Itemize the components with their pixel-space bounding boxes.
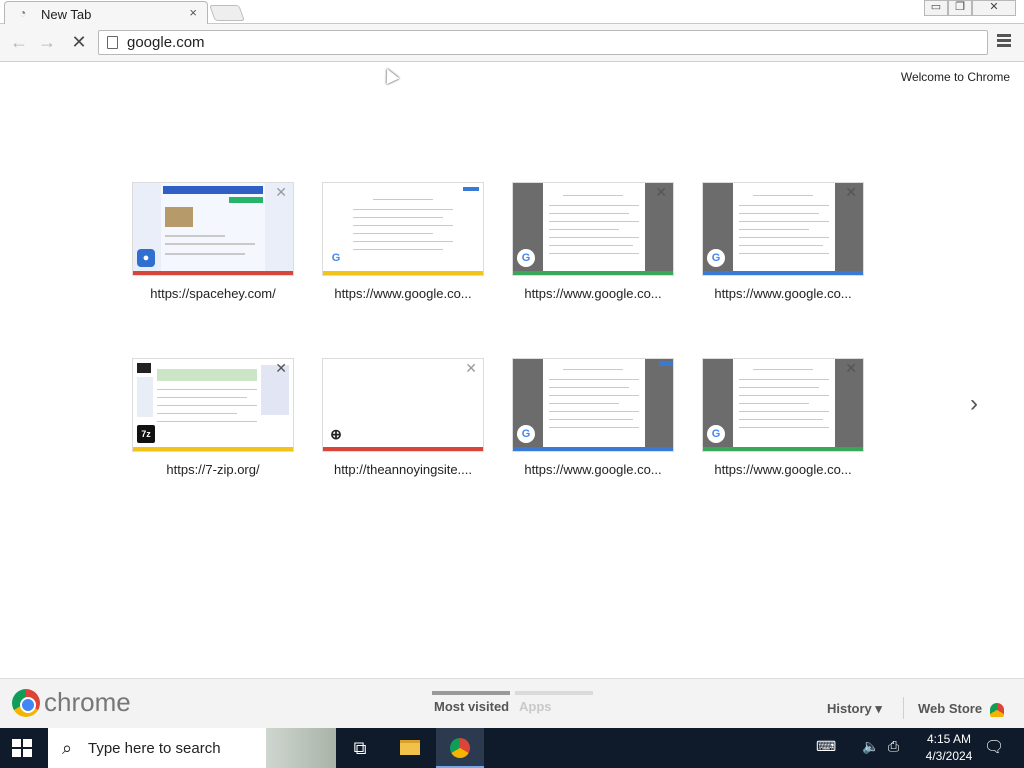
welcome-link[interactable]: Welcome to Chrome	[901, 70, 1010, 84]
keyboard-icon[interactable]: ⌨	[816, 738, 836, 755]
tile-color-bar	[703, 271, 863, 275]
tab-apps[interactable]: Apps	[519, 699, 552, 714]
apps-indicator	[515, 691, 593, 695]
chrome-logo-icon	[12, 689, 40, 717]
most-visited-tile[interactable]: ✕ G https://www.google.co...	[702, 182, 864, 302]
web-store-icon[interactable]	[990, 703, 1004, 717]
browser-toolbar: ← → ✕	[0, 24, 1024, 62]
tile-color-bar	[703, 447, 863, 451]
stop-button[interactable]: ✕	[66, 30, 92, 54]
tile-color-bar	[513, 271, 673, 275]
google-favicon-icon: G	[517, 249, 535, 267]
task-view-icon[interactable]: ⧉	[336, 728, 384, 768]
most-visited-tile[interactable]: ✕ G https://www.google.co...	[512, 182, 674, 302]
mouse-cursor-icon	[380, 65, 400, 85]
web-store-link[interactable]: Web Store	[918, 701, 982, 716]
close-icon[interactable]: ✕	[465, 360, 477, 377]
tile-title[interactable]: https://www.google.co...	[702, 462, 864, 477]
tile-thumbnail[interactable]: ✕ G	[512, 182, 674, 276]
tile-color-bar	[323, 271, 483, 275]
notifications-icon[interactable]: 🗨	[984, 737, 1004, 757]
back-button[interactable]: ←	[6, 30, 32, 54]
most-visited-tile[interactable]: G https://www.google.co...	[512, 358, 674, 478]
history-button[interactable]: History ▾	[827, 701, 882, 717]
taskbar-search-box[interactable]: ⌕ Type here to search	[48, 728, 336, 768]
tab-new-tab[interactable]: ◔ New Tab ×	[4, 1, 208, 24]
tile-thumbnail[interactable]: ✕ 7z	[132, 358, 294, 452]
tab-strip: ◔ New Tab × ▭ ❐ ✕	[0, 0, 1024, 24]
tile-color-bar	[323, 447, 483, 451]
volume-icon[interactable]: 🔈	[862, 738, 879, 755]
tab-most-visited[interactable]: Most visited	[434, 699, 509, 714]
close-icon[interactable]: ✕	[655, 184, 667, 201]
maximize-button[interactable]: ❐	[948, 0, 972, 16]
windows-taskbar: ⌕ Type here to search ⧉ ⌨ 🔈 ⎙ 4:15 AM 4/…	[0, 728, 1024, 768]
chrome-wordmark: chrome	[44, 687, 131, 717]
google-favicon-icon: G	[517, 425, 535, 443]
tab-title: New Tab	[41, 7, 92, 22]
new-tab-footer: chrome Most visited Apps History ▾ Web S…	[0, 678, 1024, 728]
close-icon[interactable]: ✕	[275, 360, 287, 377]
globe-icon: ⊕	[327, 425, 345, 443]
tile-thumbnail[interactable]: ✕ ⊕	[322, 358, 484, 452]
tile-color-bar	[133, 271, 293, 275]
tile-title[interactable]: https://www.google.co...	[512, 286, 674, 301]
chrome-menu-button[interactable]	[994, 32, 1014, 52]
tile-color-bar	[133, 447, 293, 451]
new-tab-button[interactable]	[209, 5, 245, 21]
tile-title[interactable]: https://spacehey.com/	[132, 286, 294, 301]
start-button[interactable]	[12, 739, 32, 757]
clock-time: 4:15 AM	[926, 732, 972, 746]
most-visited-tile[interactable]: G https://www.google.co...	[322, 182, 484, 302]
tile-thumbnail[interactable]: G	[512, 358, 674, 452]
tile-title[interactable]: https://7-zip.org/	[132, 462, 294, 477]
tile-color-bar	[513, 447, 673, 451]
chrome-taskbar-icon[interactable]	[436, 728, 484, 768]
file-explorer-icon[interactable]	[386, 728, 434, 768]
search-icon: ⌕	[62, 738, 73, 758]
address-input[interactable]	[127, 33, 967, 52]
taskbar-clock[interactable]: 4:15 AM 4/3/2024	[914, 731, 984, 765]
tile-thumbnail[interactable]: G	[322, 182, 484, 276]
minimize-button[interactable]: ▭	[924, 0, 948, 16]
tab-close-button[interactable]: ×	[189, 5, 197, 20]
screen: ◔ New Tab × ▭ ❐ ✕ ← → ✕ Welcome to Chrom…	[0, 0, 1024, 768]
close-icon[interactable]: ✕	[275, 184, 287, 201]
tile-thumbnail[interactable]: ✕ G	[702, 182, 864, 276]
tile-title[interactable]: http://theannoyingsite....	[322, 462, 484, 477]
most-visited-tile[interactable]: ✕ G https://www.google.co...	[702, 358, 864, 478]
tile-title[interactable]: https://www.google.co...	[322, 286, 484, 301]
next-page-arrow-icon[interactable]: ›	[970, 390, 978, 418]
close-window-button[interactable]: ✕	[972, 0, 1016, 16]
7zip-favicon-icon: 7z	[137, 425, 155, 443]
page-icon	[107, 36, 118, 49]
google-favicon-icon: G	[707, 249, 725, 267]
google-favicon-icon: G	[707, 425, 725, 443]
address-bar[interactable]	[98, 30, 988, 55]
network-icon[interactable]: ⎙	[888, 738, 899, 755]
most-visited-tile[interactable]: ✕ ● https://spacehey.com/	[132, 182, 294, 302]
most-visited-tile[interactable]: ✕ 7z https://7-zip.org/	[132, 358, 294, 478]
tile-title[interactable]: https://www.google.co...	[702, 286, 864, 301]
clock-date: 4/3/2024	[925, 749, 973, 763]
most-visited-tile[interactable]: ✕ ⊕ http://theannoyingsite....	[322, 358, 484, 478]
google-favicon-icon: G	[327, 249, 345, 267]
search-placeholder: Type here to search	[88, 740, 221, 757]
divider	[903, 697, 904, 719]
search-highlight-image	[266, 728, 336, 768]
tile-thumbnail[interactable]: ✕ ●	[132, 182, 294, 276]
loading-icon: ◔	[19, 6, 27, 20]
forward-button[interactable]: →	[34, 30, 60, 54]
tile-title[interactable]: https://www.google.co...	[512, 462, 674, 477]
close-icon[interactable]: ✕	[845, 184, 857, 201]
most-visited-indicator	[432, 691, 510, 695]
spacehey-favicon-icon: ●	[137, 249, 155, 267]
close-icon[interactable]: ✕	[845, 360, 857, 377]
tile-thumbnail[interactable]: ✕ G	[702, 358, 864, 452]
